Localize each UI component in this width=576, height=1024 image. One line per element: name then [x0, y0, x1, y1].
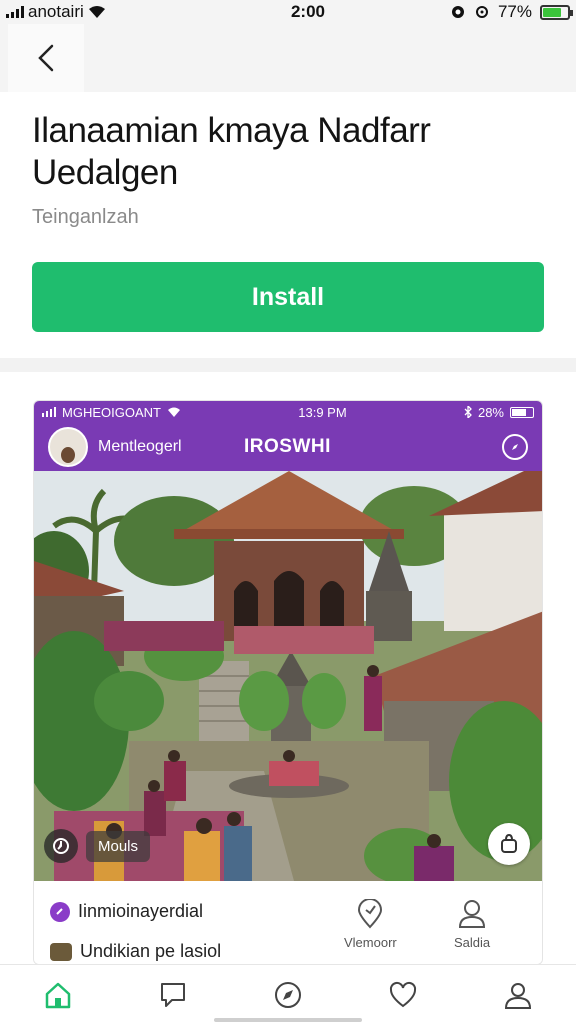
home-indicator — [214, 1018, 362, 1022]
share-button[interactable] — [488, 823, 530, 865]
profile-icon — [505, 982, 532, 1009]
nav-explore[interactable] — [258, 970, 318, 1020]
preview-carrier: MGHEOIGOANT — [62, 404, 161, 420]
status-bar: anotairi 2:00 77% — [0, 0, 576, 24]
back-button[interactable] — [8, 24, 84, 92]
home-icon — [45, 982, 70, 1008]
badge-icon — [50, 901, 70, 922]
signal-icon — [6, 6, 24, 18]
compass-icon — [502, 434, 528, 460]
preview-info-panel: Iinmioinayerdial Undikian pe lasiol Vlem… — [34, 881, 542, 964]
alarm-icon — [475, 6, 488, 18]
app-info-section: Ilanaamian kmaya Nadfarr Uedalgen Teinga… — [0, 92, 576, 358]
chat-icon — [160, 982, 185, 1007]
nav-messages[interactable] — [143, 970, 203, 1020]
bottom-nav — [0, 964, 576, 1024]
preview-brand: IROSWHI — [244, 436, 331, 457]
bag-icon — [501, 834, 517, 853]
app-title: Ilanaamian kmaya Nadfarr Uedalgen — [32, 111, 431, 192]
person-action-label: Saldia — [454, 935, 491, 950]
avatar — [48, 427, 88, 467]
battery-icon — [540, 4, 573, 20]
preview-battery-percent: 28% — [477, 404, 504, 420]
preview-info-title: Iinmioinayerdial — [78, 901, 204, 921]
preview-info-row: Iinmioinayerdial — [50, 901, 203, 922]
preview-app-header: Mentleogerl IROSWHI — [34, 423, 542, 471]
preview-bluetooth-icon — [464, 406, 472, 418]
preview-battery-icon — [510, 406, 534, 418]
nav-favorites[interactable] — [373, 970, 433, 1020]
app-header — [0, 24, 576, 92]
timer-icon — [44, 829, 78, 863]
preview-info-subtitle: Undikian pe lasiol — [80, 941, 222, 961]
location-action-label: Vlemoorr — [344, 935, 397, 950]
app-screenshot-preview[interactable]: MGHEOIGOANT 13:9 PM 28% Mentleogerl IROS… — [33, 400, 543, 965]
preview-wifi-icon — [167, 407, 180, 417]
compass-icon — [274, 981, 301, 1008]
app-developer[interactable]: Teinganlzah — [32, 206, 139, 229]
nav-home[interactable] — [28, 970, 88, 1020]
person-icon — [459, 900, 486, 928]
thumbnail-icon — [50, 942, 72, 961]
preview-user-name: Mentleogerl — [98, 438, 182, 455]
status-left: anotairi — [6, 2, 206, 22]
nav-profile[interactable] — [488, 970, 548, 1020]
battery-percent: 77% — [497, 2, 532, 21]
wifi-icon — [88, 6, 105, 18]
preview-info-row: Undikian pe lasiol — [50, 941, 221, 962]
status-right: 77% — [450, 2, 573, 22]
media-chip[interactable]: Mouls — [44, 829, 151, 863]
person-action[interactable]: Saldia — [454, 899, 490, 950]
install-button[interactable]: Install — [32, 262, 544, 332]
section-divider — [0, 358, 576, 372]
chevron-left-icon — [38, 44, 54, 72]
carrier-name: anotairi — [28, 2, 84, 21]
preview-time: 13:9 PM — [298, 404, 347, 420]
preview-status-bar: MGHEOIGOANT 13:9 PM 28% — [34, 401, 542, 423]
status-time: 2:00 — [290, 2, 325, 21]
preview-signal-icon — [42, 407, 56, 417]
location-action[interactable]: Vlemoorr — [344, 899, 397, 950]
temple-photo: Mouls — [34, 471, 542, 881]
heart-icon — [390, 981, 417, 1007]
media-label: Mouls — [86, 830, 151, 862]
location-pin-icon — [358, 899, 383, 929]
eye-icon — [451, 6, 464, 18]
